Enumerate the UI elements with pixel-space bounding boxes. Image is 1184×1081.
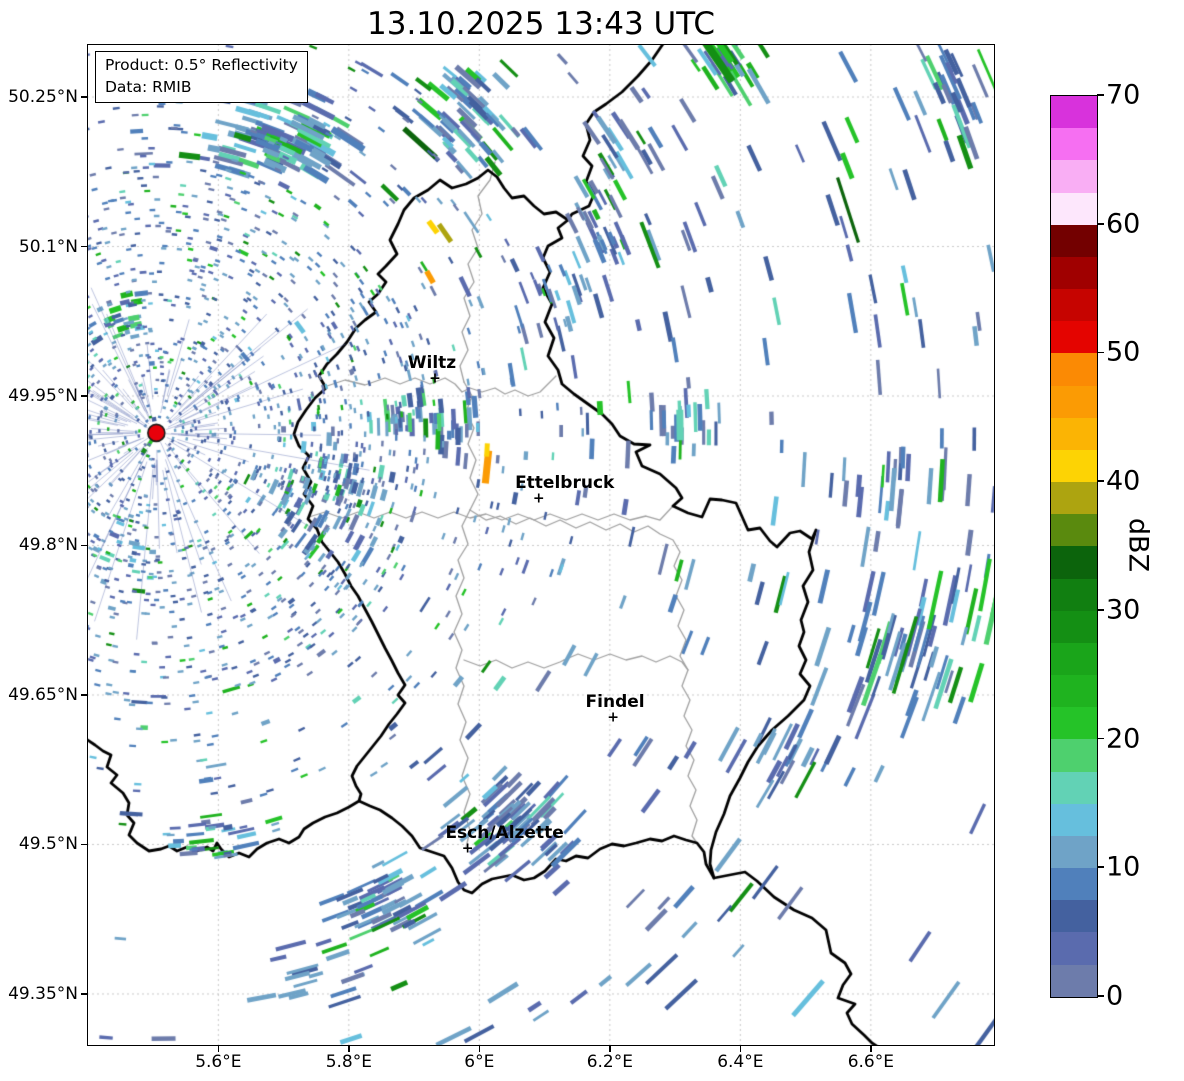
x-tick-mark [217,1046,220,1052]
colorbar-segment [1051,835,1097,869]
colorbar-segment [1051,546,1097,579]
colorbar-segment [1051,353,1097,386]
colorbar-segment [1051,224,1097,257]
y-tick-mark [81,96,87,98]
colorbar-segment [1051,256,1097,290]
x-tick-mark [870,1046,872,1052]
y-tick-mark [81,544,87,547]
colorbar-segment [1051,707,1097,740]
y-tick-mark [81,694,87,696]
x-tick-label: 6.6°E [847,1052,894,1072]
colorbar-segment [1051,321,1097,354]
colorbar-segment [1051,96,1097,129]
city-marker: + [461,840,474,857]
colorbar-tick-label: 50 [1106,336,1141,368]
colorbar-segment [1051,192,1097,225]
page-title: 13.10.2025 13:43 UTC [367,6,715,42]
x-tick-label: 5.8°E [325,1052,372,1072]
colorbar-segment [1051,803,1097,836]
city-label: Ettelbruck [515,472,615,493]
colorbar-tick-label: 70 [1106,79,1141,111]
x-tick-label: 5.6°E [195,1052,242,1072]
colorbar-tick-label: 20 [1106,723,1141,755]
y-tick-mark [81,843,87,846]
product-line: Product: 0.5° Reflectivity [105,56,298,74]
city-marker: + [429,370,441,387]
x-tick-mark [609,1046,611,1052]
x-tick-label: 6.2°E [586,1052,633,1072]
colorbar-tick-mark [1097,866,1104,869]
colorbar-tick-label: 40 [1106,465,1141,497]
colorbar-tick-label: 60 [1106,208,1141,240]
y-tick-mark [81,993,87,995]
colorbar-segment [1051,932,1097,965]
y-tick-mark [81,245,87,248]
radar-figure: 13.10.2025 13:43 UTC Product: 0.5° Refle… [0,0,1184,1081]
y-tick-label: 50.25°N [8,87,78,108]
radar-map-canvas [87,44,995,1046]
colorbar-segment [1051,482,1097,515]
y-tick-label: 49.95°N [8,386,78,406]
colorbar-segment [1051,417,1097,450]
data-source-line: Data: RMIB [105,77,192,96]
colorbar-segment [1051,514,1097,547]
y-tick-label: 49.35°N [8,983,78,1004]
x-tick-mark [478,1046,481,1052]
colorbar-unit-label: dBZ [1122,517,1154,573]
colorbar-segment [1051,610,1097,643]
colorbar-segment [1051,900,1097,933]
colorbar-tick-mark [1097,351,1104,354]
colorbar-segment [1051,868,1097,901]
x-tick-mark [348,1046,350,1052]
colorbar-segment [1051,128,1097,161]
city-marker: + [607,709,619,726]
colorbar-segment [1051,449,1097,483]
city-marker: + [532,490,545,507]
colorbar-segment [1051,160,1097,193]
y-tick-label: 49.65°N [8,684,78,705]
colorbar-tick-mark [1097,995,1104,997]
y-tick-label: 49.8°N [18,535,78,556]
x-tick-mark [739,1046,742,1052]
colorbar-tick-label: 0 [1106,980,1124,1012]
colorbar-tick-mark [1097,609,1104,611]
colorbar-tick-mark [1097,94,1104,96]
colorbar-segment [1051,739,1097,772]
colorbar-tick-mark [1097,737,1104,740]
colorbar-segment [1051,675,1097,708]
colorbar-tick-label: 30 [1106,594,1141,626]
colorbar-segment [1051,578,1097,611]
colorbar-tick-mark [1097,222,1104,225]
colorbar-segment [1051,385,1097,418]
colorbar-segment [1051,642,1097,676]
y-tick-mark [81,395,87,397]
colorbar-segment [1051,771,1097,804]
y-tick-label: 50.1°N [18,236,78,257]
colorbar-segments [1051,96,1097,997]
y-tick-label: 49.5°N [18,834,78,855]
colorbar-segment [1051,964,1097,997]
x-tick-label: 6°E [464,1052,495,1072]
colorbar-tick-label: 10 [1106,851,1141,883]
product-annotation-box: Product: 0.5° Reflectivity Data: RMIB [95,51,308,104]
colorbar-tick-mark [1097,480,1104,482]
colorbar [1050,95,1098,998]
colorbar-segment [1051,289,1097,322]
x-tick-label: 6.4°E [717,1052,764,1072]
